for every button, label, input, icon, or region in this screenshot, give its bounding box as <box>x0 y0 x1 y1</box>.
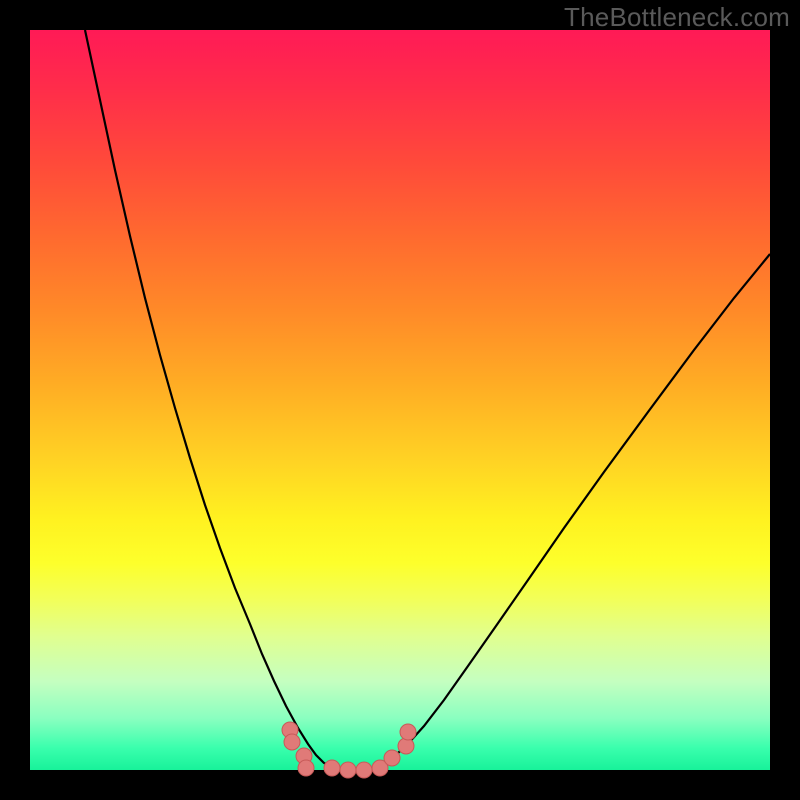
watermark-text: TheBottleneck.com <box>564 2 790 33</box>
data-marker <box>284 734 300 750</box>
data-marker <box>400 724 416 740</box>
left-curve-path <box>85 30 332 767</box>
data-marker <box>398 738 414 754</box>
right-curve-path <box>378 254 770 767</box>
chart-plot-area <box>30 30 770 770</box>
marker-group <box>282 722 416 778</box>
chart-svg <box>30 30 770 770</box>
data-marker <box>384 750 400 766</box>
data-marker <box>340 762 356 778</box>
data-marker <box>324 760 340 776</box>
data-marker <box>356 762 372 778</box>
data-marker <box>298 760 314 776</box>
